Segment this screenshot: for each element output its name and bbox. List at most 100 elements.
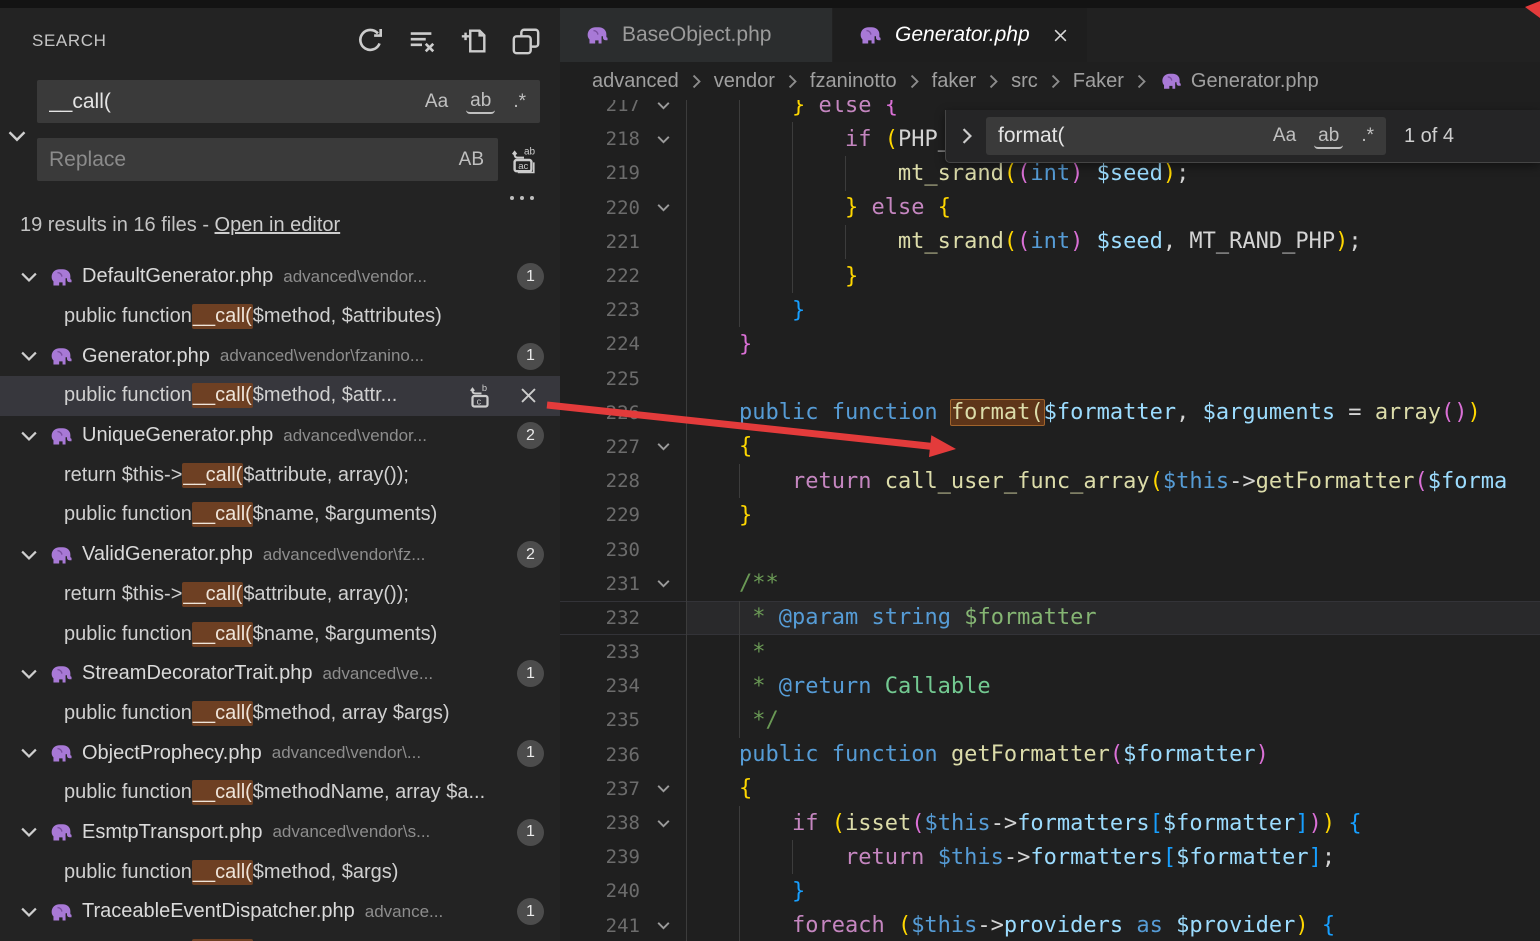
code-editor[interactable]: 217 } else {218 if (PHP_VERSION_ID < 701… (560, 88, 1540, 941)
code-line[interactable]: 235 */ (560, 703, 1540, 738)
whole-word-icon[interactable]: ab (466, 89, 496, 114)
search-result-file[interactable]: ObjectProphecy.php advanced\vendor\... 1 (0, 733, 560, 773)
breadcrumb-item[interactable]: advanced (592, 70, 679, 93)
code-line[interactable]: 236 public function getFormatter($format… (560, 737, 1540, 772)
search-result-match[interactable]: public function __call($name, $arguments… (0, 495, 560, 535)
open-in-editor-link[interactable]: Open in editor (215, 214, 341, 236)
search-input[interactable]: __call( Aa ab .* (37, 80, 540, 123)
match-case-icon[interactable]: Aa (1269, 123, 1300, 149)
chevron-down-icon[interactable] (18, 544, 42, 566)
code-line[interactable]: 223 } (560, 293, 1540, 328)
search-result-match[interactable]: return $this-> __call($attribute, array()… (0, 455, 560, 495)
result-file-name: DefaultGenerator.php (82, 265, 274, 288)
indent-guide (738, 464, 740, 499)
whole-word-icon[interactable]: ab (1314, 124, 1344, 149)
code-line[interactable]: 231 /** (560, 566, 1540, 601)
fold-chevron-icon[interactable] (640, 575, 686, 592)
search-query[interactable]: __call( (49, 90, 407, 114)
code-line[interactable]: 241 foreach ($this -> providers as $provid… (560, 908, 1540, 941)
line-number: 235 (605, 709, 640, 732)
search-result-file[interactable]: TraceableEventDispatcher.php advance... 1 (0, 892, 560, 932)
replace-placeholder[interactable]: Replace (49, 148, 441, 172)
code-line[interactable]: 226 public function format($formatter, $… (560, 395, 1540, 430)
code-line[interactable]: 225 (560, 361, 1540, 396)
indent-guide (686, 293, 687, 328)
chevron-down-icon[interactable] (18, 821, 42, 843)
breadcrumb-item[interactable]: fzaninotto (810, 70, 897, 93)
replace-match-icon[interactable]: bc (464, 380, 496, 412)
search-result-match[interactable]: public function __call($method, array $a… (0, 694, 560, 734)
code-line[interactable]: 221 mt_srand((int) $seed, MT_RAND_PHP); (560, 224, 1540, 259)
replace-all-icon[interactable]: ab ac (503, 140, 543, 180)
code-line[interactable]: 230 (560, 532, 1540, 567)
chevron-down-icon[interactable] (18, 663, 42, 685)
indent-guide (686, 703, 687, 738)
code-line[interactable]: 239 return $this -> formatters[$formatter]… (560, 840, 1540, 875)
breadcrumb-item[interactable]: src (1011, 70, 1038, 93)
search-result-file[interactable]: StreamDecoratorTrait.php advanced\ve... 1 (0, 654, 560, 694)
search-result-file[interactable]: DefaultGenerator.php advanced\vendor... 1 (0, 257, 560, 297)
chevron-down-icon[interactable] (18, 266, 42, 288)
fold-chevron-icon[interactable] (640, 131, 686, 148)
new-search-editor-icon[interactable] (456, 23, 492, 59)
match-text-before: public function (64, 503, 192, 526)
fold-chevron-icon[interactable] (640, 815, 686, 832)
search-result-match[interactable]: public function __call($method, $attribu… (0, 297, 560, 337)
breadcrumb-item[interactable]: vendor (714, 70, 775, 93)
clear-search-results-icon[interactable] (404, 23, 440, 59)
code-line[interactable]: 238 if (isset($this -> formatters[$formatt… (560, 805, 1540, 841)
search-result-file[interactable]: ValidGenerator.php advanced\vendor\fz... 2 (0, 535, 560, 575)
indent-guide (686, 429, 687, 465)
close-tab-icon[interactable] (1048, 23, 1073, 48)
indent-guide (686, 464, 687, 499)
search-result-match[interactable]: public function __call($method, $attr...… (0, 376, 560, 416)
search-result-file[interactable]: EsmtpTransport.php advanced\vendor\s... 1 (0, 813, 560, 853)
code-line[interactable]: 222 } (560, 258, 1540, 294)
code-line[interactable]: 233 * (560, 635, 1540, 670)
code-line[interactable]: 224 } (560, 327, 1540, 362)
dismiss-match-icon[interactable] (512, 380, 544, 412)
fold-chevron-icon[interactable] (640, 199, 686, 216)
search-result-file[interactable]: UniqueGenerator.php advanced\vendor... 2 (0, 416, 560, 456)
indent-guide (686, 258, 687, 294)
collapse-all-icon[interactable] (508, 23, 544, 59)
toggle-replace-chevron-icon[interactable] (3, 122, 31, 150)
fold-chevron-icon[interactable] (640, 438, 686, 455)
fold-chevron-icon[interactable] (640, 917, 686, 934)
code-line[interactable]: 232 * @param string $formatter (560, 600, 1540, 635)
search-result-match[interactable]: public function __call($method, $args) (0, 932, 560, 941)
code-line[interactable]: 229 } (560, 498, 1540, 533)
search-result-file[interactable]: Generator.php advanced\vendor\fzanino... 1 (0, 336, 560, 376)
search-result-match[interactable]: public function __call($methodName, arra… (0, 773, 560, 813)
search-result-match[interactable]: return $this-> __call($attribute, array()… (0, 575, 560, 615)
preserve-case-icon[interactable]: AB (455, 147, 488, 173)
code-line[interactable]: 220 } else { (560, 190, 1540, 225)
breadcrumb-item[interactable]: Faker (1073, 70, 1124, 93)
find-input[interactable]: format( Aa ab .* (986, 117, 1386, 155)
toggle-replace-expand-icon[interactable] (956, 125, 978, 147)
code-text: public function format($formatter, $argu… (686, 395, 1540, 430)
search-result-match[interactable]: public function __call($name, $arguments… (0, 614, 560, 654)
match-case-icon[interactable]: Aa (421, 89, 452, 115)
code-line[interactable]: 237 { (560, 771, 1540, 806)
chevron-down-icon[interactable] (18, 742, 42, 764)
code-line[interactable]: 228 return call_user_func_array($this -> g… (560, 464, 1540, 499)
find-query[interactable]: format( (998, 124, 1255, 148)
tab-generator[interactable]: Generator.php (833, 8, 1087, 62)
chevron-down-icon[interactable] (18, 425, 42, 447)
search-result-match[interactable]: public function __call($method, $args) (0, 852, 560, 892)
more-actions-icon[interactable] (502, 188, 542, 208)
fold-chevron-icon[interactable] (640, 780, 686, 797)
breadcrumb-item[interactable]: faker (932, 70, 976, 93)
chevron-down-icon[interactable] (18, 901, 42, 923)
replace-input[interactable]: Replace AB (37, 138, 498, 181)
refresh-icon[interactable] (352, 23, 388, 59)
code-line[interactable]: 234 * @return Callable (560, 669, 1540, 704)
tab-baseobject[interactable]: BaseObject.php (560, 8, 832, 62)
code-line[interactable]: 227 { (560, 429, 1540, 465)
code-line[interactable]: 240 } (560, 874, 1540, 909)
regex-icon[interactable]: .* (509, 89, 530, 115)
regex-icon[interactable]: .* (1357, 123, 1378, 149)
breadcrumb-item[interactable]: Generator.php (1191, 70, 1319, 93)
chevron-down-icon[interactable] (18, 345, 42, 367)
